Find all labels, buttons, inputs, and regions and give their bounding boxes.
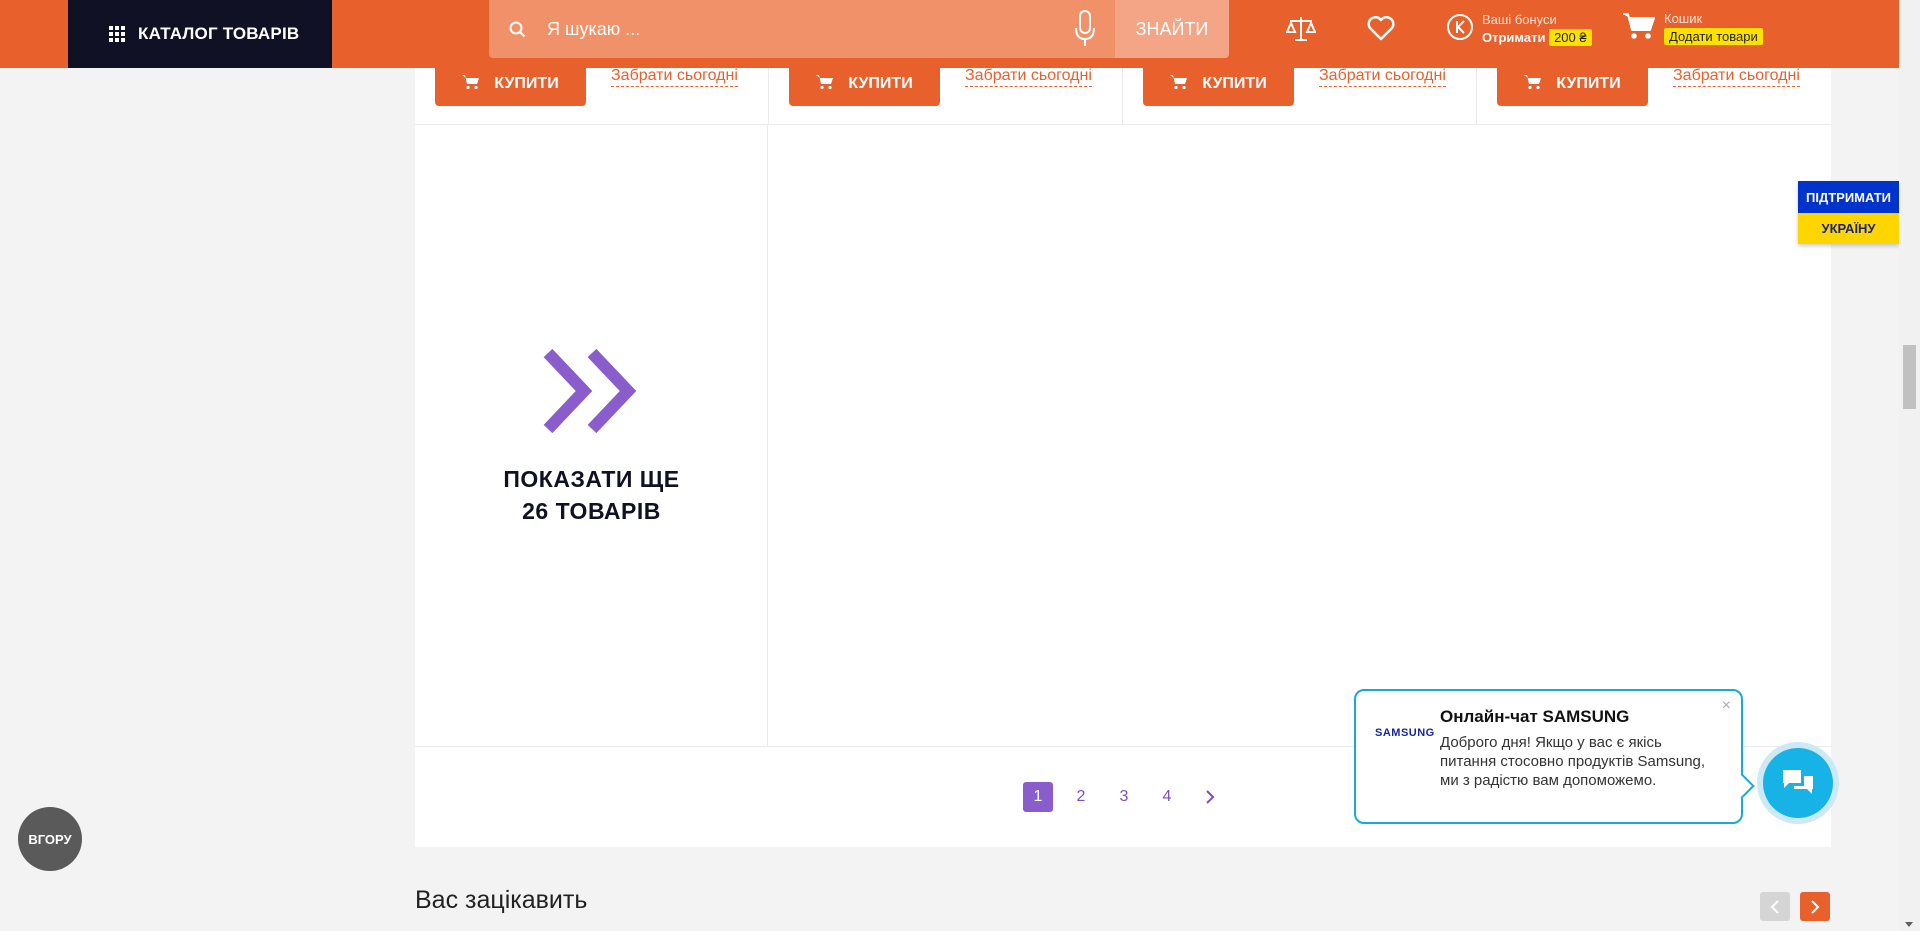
chat-button[interactable] <box>1757 742 1839 824</box>
pickup-today-link[interactable]: Забрати сьогодні <box>1319 66 1446 87</box>
page-1[interactable]: 1 <box>1023 782 1053 812</box>
cart-widget[interactable]: Кошик Додати товари <box>1622 10 1763 46</box>
page-2[interactable]: 2 <box>1066 782 1096 812</box>
scrollbar-thumb[interactable] <box>1903 345 1916 409</box>
scroll-down-arrow-icon[interactable] <box>1905 922 1913 927</box>
bonus-icon <box>1446 13 1474 46</box>
chat-popup[interactable]: SAMSUNG Онлайн-чат SAMSUNG Доброго дня! … <box>1354 689 1755 824</box>
buy-button[interactable]: КУПИТИ <box>1497 62 1648 106</box>
page-4[interactable]: 4 <box>1152 782 1182 812</box>
pickup-today-link[interactable]: Забрати сьогодні <box>965 66 1092 87</box>
bonus-label: Ваші бонуси <box>1482 12 1557 27</box>
double-chevron-right-icon <box>542 347 640 440</box>
carousel-prev-button[interactable] <box>1760 892 1790 921</box>
back-to-top-button[interactable]: ВГОРУ <box>18 807 82 871</box>
chat-message: Доброго дня! Якщо у вас є якісь питання … <box>1440 734 1706 789</box>
header: КАТАЛОГ ТОВАРІВ ЗНАЙТИ Ваші бонуси Отрим… <box>0 0 1899 68</box>
next-page-chevron-icon[interactable] <box>1195 782 1225 812</box>
show-more-line-2: 26 ТОВАРІВ <box>522 498 661 524</box>
cart-icon <box>1170 74 1188 95</box>
cart-icon <box>816 74 834 95</box>
cart-icon <box>462 74 480 95</box>
catalog-label: КАТАЛОГ ТОВАРІВ <box>138 24 300 43</box>
compare-scales-icon[interactable] <box>1285 14 1317 49</box>
pagination: 1 2 3 4 <box>1023 782 1238 812</box>
bonus-amount-badge: 200 ₴ <box>1549 29 1592 46</box>
pickup-today-link[interactable]: Забрати сьогодні <box>1673 66 1800 87</box>
page-3[interactable]: 3 <box>1109 782 1139 812</box>
search-button[interactable]: ЗНАЙТИ <box>1115 0 1229 58</box>
cart-action-badge: Додати товари <box>1664 28 1763 45</box>
bonus-action: Отримати <box>1482 30 1546 45</box>
support-ukraine-top: ПІДТРИМАТИ <box>1798 181 1899 213</box>
buy-label: КУПИТИ <box>1556 75 1621 92</box>
chevron-left-icon <box>1770 899 1779 914</box>
cart-icon <box>1622 11 1656 46</box>
pickup-today-link[interactable]: Забрати сьогодні <box>611 66 738 87</box>
show-more-button[interactable]: ПОКАЗАТИ ЩЕ 26 ТОВАРІВ <box>415 125 768 747</box>
support-ukraine-banner[interactable]: ПІДТРИМАТИ УКРАЇНУ <box>1798 181 1899 244</box>
support-ukraine-bottom: УКРАЇНУ <box>1798 213 1899 244</box>
grid-icon <box>109 26 125 42</box>
cart-label: Кошик <box>1664 11 1703 26</box>
close-icon[interactable]: × <box>1722 697 1731 715</box>
section-title: Вас зацікавить <box>415 886 588 914</box>
buy-button[interactable]: КУПИТИ <box>789 62 940 106</box>
show-more-line-1: ПОКАЗАТИ ЩЕ <box>503 466 680 492</box>
chevron-right-icon <box>1811 899 1820 914</box>
buy-label: КУПИТИ <box>494 75 559 92</box>
chat-bubbles-icon <box>1783 770 1813 794</box>
bonus-widget[interactable]: Ваші бонуси Отримати 200 ₴ <box>1446 11 1592 47</box>
show-more-label: ПОКАЗАТИ ЩЕ 26 ТОВАРІВ <box>415 463 768 527</box>
buy-button[interactable]: КУПИТИ <box>435 62 586 106</box>
samsung-logo: SAMSUNG <box>1375 727 1435 739</box>
search-icon <box>489 21 545 38</box>
search-bar: ЗНАЙТИ <box>489 0 1229 58</box>
heart-icon[interactable] <box>1366 14 1396 47</box>
chat-title: Онлайн-чат SAMSUNG <box>1440 707 1630 726</box>
cart-icon <box>1524 74 1542 95</box>
buy-label: КУПИТИ <box>1202 75 1267 92</box>
buy-label: КУПИТИ <box>848 75 913 92</box>
carousel-next-button[interactable] <box>1800 892 1830 921</box>
buy-button[interactable]: КУПИТИ <box>1143 62 1294 106</box>
catalog-button[interactable]: КАТАЛОГ ТОВАРІВ <box>68 0 332 68</box>
microphone-icon[interactable] <box>1055 10 1115 48</box>
scrollbar[interactable] <box>1899 0 1920 931</box>
search-input[interactable] <box>545 8 1055 50</box>
